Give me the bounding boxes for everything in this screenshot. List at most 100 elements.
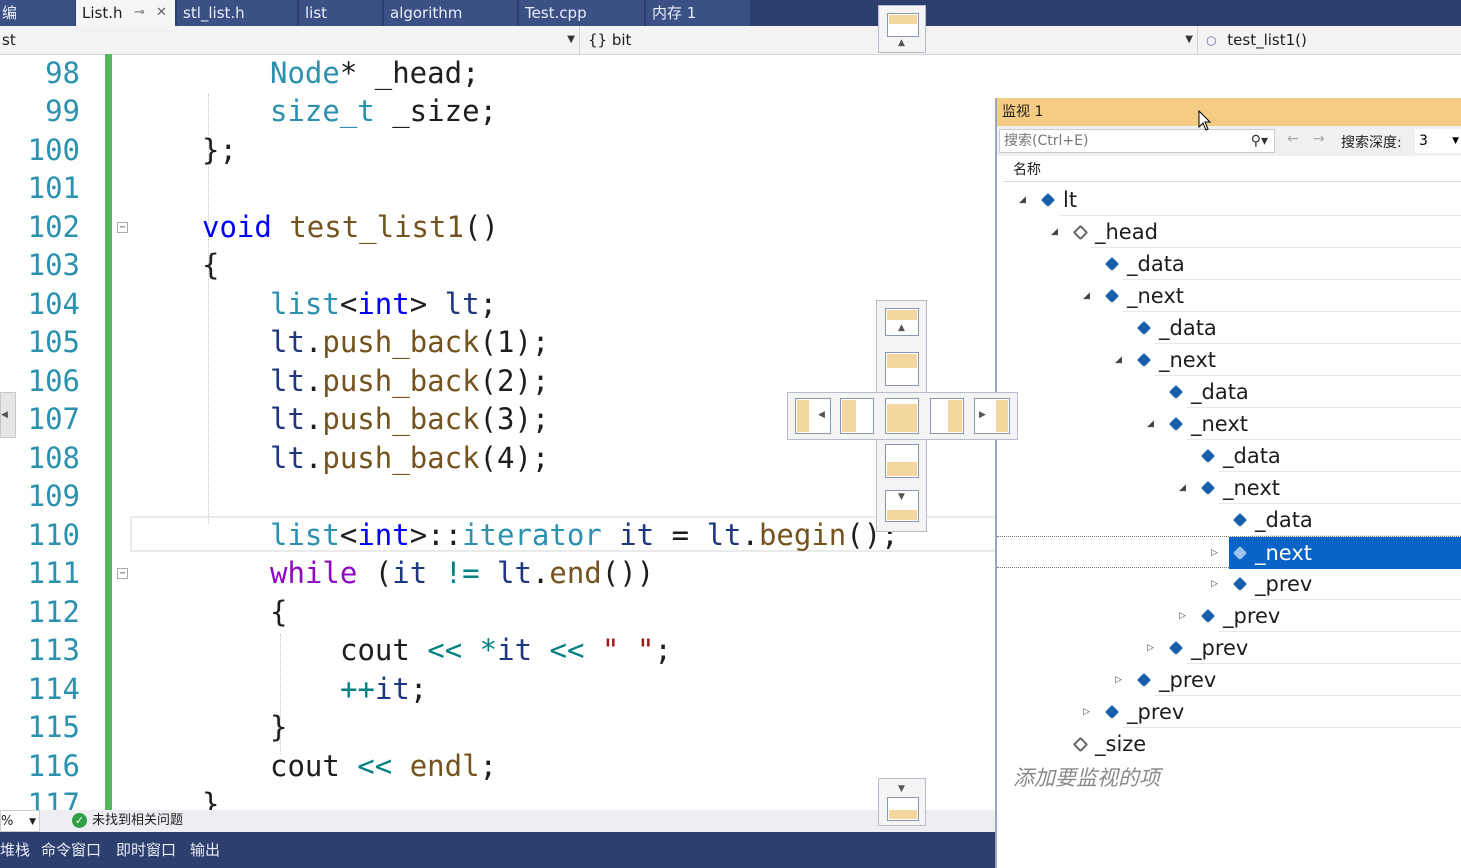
code-line-107: lt.push_back(3); bbox=[270, 402, 550, 436]
add-watch-item[interactable]: 添加要监视的项 bbox=[1013, 762, 1160, 792]
scope-dropdown[interactable]: {} bit bbox=[582, 26, 878, 54]
dock-inner-bottom-icon[interactable] bbox=[885, 444, 919, 478]
watch-row-prev[interactable]: ▷ _prev bbox=[997, 664, 1461, 696]
dock-inner-top-icon[interactable] bbox=[885, 352, 919, 386]
back-arrow-icon[interactable]: ← bbox=[1287, 131, 1299, 147]
column-header-name[interactable]: 名称 bbox=[1003, 158, 1461, 182]
line-number: 102 bbox=[27, 210, 80, 244]
field-icon bbox=[1136, 352, 1152, 368]
watch-title-bar[interactable]: 监视 1 bbox=[997, 98, 1461, 126]
collapsed-arrow-icon[interactable]: ▷ bbox=[1083, 696, 1090, 728]
change-tracking-bar bbox=[105, 54, 112, 810]
collapsed-arrow-icon[interactable]: ▷ bbox=[1179, 600, 1186, 632]
watch-row-head[interactable]: ◢ _head bbox=[997, 216, 1461, 248]
expanded-arrow-icon[interactable]: ◢ bbox=[1147, 408, 1154, 440]
line-number: 103 bbox=[27, 248, 80, 282]
tab-list-h[interactable]: List.h ⊸ ✕ bbox=[76, 0, 176, 26]
dock-outer-left-icon[interactable]: ◀ bbox=[795, 398, 831, 434]
line-number: 113 bbox=[27, 633, 80, 667]
chevron-down-icon: ▼ bbox=[1185, 34, 1193, 45]
field-icon bbox=[1104, 288, 1120, 304]
watch-row-data[interactable]: _data bbox=[997, 376, 1461, 408]
expanded-arrow-icon[interactable]: ◢ bbox=[1019, 184, 1026, 216]
watch-search-input[interactable]: 搜索(Ctrl+E) ⚲▾ bbox=[999, 129, 1275, 153]
scope-dropdown-arrow[interactable]: ▼ bbox=[926, 26, 1198, 54]
tab-algorithm[interactable]: algorithm bbox=[384, 0, 518, 26]
watch-row-lt[interactable]: ◢ lt bbox=[997, 184, 1461, 216]
code-line-100: }; bbox=[202, 133, 237, 167]
expanded-arrow-icon[interactable]: ◢ bbox=[1083, 280, 1090, 312]
dock-outer-bottom-icon[interactable]: ▼ bbox=[885, 490, 919, 522]
dock-inner-right-icon[interactable] bbox=[930, 398, 964, 434]
tab-call-stack[interactable]: 堆栈 bbox=[0, 832, 30, 868]
expanded-arrow-icon[interactable]: ◢ bbox=[1051, 216, 1058, 248]
dock-outer-right-icon[interactable]: ▶ bbox=[974, 398, 1010, 434]
watch-toolbar: 搜索(Ctrl+E) ⚲▾ ← → 搜索深度: 3 ▼ bbox=[997, 126, 1461, 156]
left-scroll-handle[interactable]: ◀ bbox=[0, 392, 16, 438]
code-line-117: } bbox=[202, 787, 220, 810]
watch-row-next[interactable]: ◢ _next bbox=[997, 472, 1461, 504]
code-line-113: cout << *it << " "; bbox=[340, 633, 672, 667]
dock-guide-top[interactable]: ▲ bbox=[878, 5, 926, 53]
collapsed-arrow-icon[interactable]: ▷ bbox=[1211, 568, 1218, 600]
watch-row-data[interactable]: _data bbox=[997, 248, 1461, 280]
watch-row-next[interactable]: ◢ _next bbox=[997, 280, 1461, 312]
line-number: 111 bbox=[27, 556, 80, 590]
expanded-arrow-icon[interactable]: ◢ bbox=[1179, 472, 1186, 504]
code-line-98: Node* _head; bbox=[270, 56, 480, 90]
watch-row-next[interactable]: ◢ _next bbox=[997, 344, 1461, 376]
collapsed-arrow-icon[interactable]: ▷ bbox=[1115, 664, 1122, 696]
watch-row-data[interactable]: _data bbox=[997, 440, 1461, 472]
tab-list[interactable]: list bbox=[299, 0, 383, 26]
field-icon bbox=[1136, 320, 1152, 336]
dock-guide-bottom[interactable]: ▼ bbox=[878, 778, 926, 826]
tab-test-cpp[interactable]: Test.cpp bbox=[519, 0, 645, 26]
watch-row-prev[interactable]: ▷ _prev bbox=[997, 696, 1461, 728]
code-line-116: cout << endl; bbox=[270, 749, 497, 783]
collapse-toggle[interactable]: − bbox=[117, 222, 128, 233]
dock-inner-left-icon[interactable] bbox=[840, 398, 874, 434]
editor-status-bar: % ▼ ✓ 未找到相关问题 bbox=[0, 810, 995, 832]
dock-outer-top-icon[interactable]: ▲ bbox=[885, 308, 919, 336]
tab-partial[interactable]: 编 bbox=[0, 0, 76, 26]
watch-row-prev[interactable]: ▷ _prev bbox=[997, 568, 1461, 600]
tab-command-window[interactable]: 命令窗口 bbox=[41, 832, 101, 868]
tab-stl-list-h[interactable]: stl_list.h bbox=[177, 0, 298, 26]
field-icon bbox=[1200, 608, 1216, 624]
tab-memory-1[interactable]: 内存 1 bbox=[646, 0, 751, 26]
project-dropdown[interactable]: st ▼ bbox=[0, 26, 580, 54]
watch-row-size[interactable]: _size bbox=[997, 728, 1461, 760]
watch-row-prev[interactable]: ▷ _prev bbox=[997, 600, 1461, 632]
close-icon[interactable]: ✕ bbox=[156, 0, 167, 26]
chevron-down-icon: ▼ bbox=[567, 34, 575, 45]
field-icon bbox=[1232, 512, 1248, 528]
code-line-102: void test_list1() bbox=[202, 210, 499, 244]
tab-output[interactable]: 输出 bbox=[190, 832, 220, 868]
expanded-arrow-icon[interactable]: ◢ bbox=[1115, 344, 1122, 376]
field-icon bbox=[1200, 448, 1216, 464]
dock-center-tab-icon[interactable] bbox=[885, 398, 919, 434]
document-tab-bar: 编 List.h ⊸ ✕ stl_list.h list algorithm T… bbox=[0, 0, 1461, 26]
member-dropdown[interactable]: ⬡ test_list1() bbox=[1200, 26, 1461, 54]
watch-row-data[interactable]: _data bbox=[997, 312, 1461, 344]
tab-immediate-window[interactable]: 即时窗口 bbox=[116, 832, 176, 868]
watch-row-next[interactable]: ◢ _next bbox=[997, 408, 1461, 440]
check-circle-icon: ✓ bbox=[72, 813, 87, 828]
watch-row-data[interactable]: _data bbox=[997, 504, 1461, 536]
search-depth-dropdown[interactable]: 3 ▼ bbox=[1415, 129, 1461, 153]
collapse-toggle[interactable]: − bbox=[117, 568, 128, 579]
watch-row-next-selected[interactable]: ▷ _next bbox=[997, 536, 1461, 569]
forward-arrow-icon[interactable]: → bbox=[1313, 131, 1325, 147]
pin-icon[interactable]: ⊸ bbox=[134, 0, 145, 26]
issues-status: 未找到相关问题 bbox=[92, 813, 184, 828]
zoom-dropdown[interactable]: % ▼ bbox=[0, 810, 40, 832]
watch-window: 监视 1 搜索(Ctrl+E) ⚲▾ ← → 搜索深度: 3 ▼ 名称 ◢ lt ◢… bbox=[995, 98, 1461, 868]
collapsed-arrow-icon[interactable]: ▷ bbox=[1211, 537, 1218, 569]
field-icon bbox=[1200, 480, 1216, 496]
line-number: 108 bbox=[27, 441, 80, 475]
chevron-down-icon: ▼ bbox=[1452, 136, 1459, 146]
search-icon[interactable]: ⚲▾ bbox=[1251, 130, 1268, 152]
collapsed-arrow-icon[interactable]: ▷ bbox=[1147, 632, 1154, 664]
watch-row-prev[interactable]: ▷ _prev bbox=[997, 632, 1461, 664]
field-icon bbox=[1104, 704, 1120, 720]
